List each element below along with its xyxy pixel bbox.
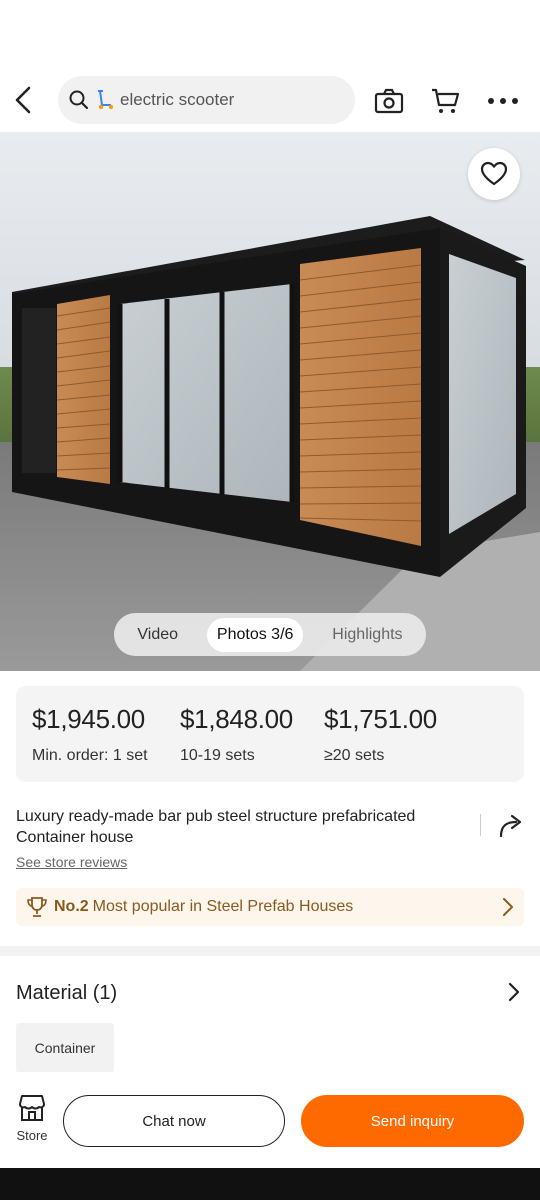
trophy-icon bbox=[27, 897, 47, 917]
tier-price: $1,945.00 bbox=[32, 704, 145, 734]
store-reviews-link[interactable]: See store reviews bbox=[16, 854, 127, 870]
favorite-button[interactable] bbox=[468, 148, 520, 200]
status-bar bbox=[0, 0, 540, 70]
heart-icon bbox=[480, 161, 508, 186]
search-icon bbox=[69, 90, 89, 110]
price-tier: $1,945.00 Min. order: 1 set bbox=[32, 704, 148, 765]
rank-text: Most popular in Steel Prefab Houses bbox=[92, 898, 354, 915]
share-button[interactable] bbox=[497, 812, 525, 840]
rank-number: No.2 bbox=[54, 898, 89, 915]
search-input[interactable]: electric scooter bbox=[58, 76, 355, 124]
tier-price: $1,751.00 bbox=[324, 704, 437, 734]
bottom-action-bar: Store Chat now Send inquiry bbox=[0, 1072, 540, 1168]
material-option[interactable]: Container bbox=[16, 1023, 114, 1073]
container-house-photo bbox=[0, 132, 540, 671]
chevron-right-icon bbox=[503, 898, 513, 916]
cart-icon bbox=[432, 88, 460, 113]
scooter-icon bbox=[98, 90, 114, 110]
store-label: Store bbox=[16, 1128, 48, 1143]
price-tiers: $1,945.00 Min. order: 1 set $1,848.00 10… bbox=[16, 686, 524, 782]
tier-price: $1,848.00 bbox=[180, 704, 293, 734]
store-button[interactable]: Store bbox=[10, 1094, 54, 1143]
cart-button[interactable] bbox=[428, 84, 462, 118]
tab-highlights[interactable]: Highlights bbox=[322, 618, 412, 652]
product-image[interactable]: Video Photos 3/6 Highlights bbox=[0, 132, 540, 671]
price-tier: $1,751.00 ≥20 sets bbox=[324, 704, 437, 765]
more-button[interactable] bbox=[486, 84, 520, 118]
tier-quantity: Min. order: 1 set bbox=[32, 747, 148, 764]
share-icon bbox=[499, 814, 522, 838]
more-icon bbox=[488, 98, 518, 104]
material-title[interactable]: Material (1) bbox=[16, 982, 117, 1005]
system-nav-bar bbox=[0, 1168, 540, 1200]
store-icon bbox=[19, 1095, 45, 1121]
tier-quantity: 10-19 sets bbox=[180, 747, 255, 764]
section-separator bbox=[0, 946, 540, 956]
divider bbox=[480, 814, 481, 836]
ranking-banner[interactable]: No.2 Most popular in Steel Prefab Houses bbox=[16, 888, 524, 926]
price-tier: $1,848.00 10-19 sets bbox=[180, 704, 293, 765]
top-bar: electric scooter bbox=[0, 70, 540, 132]
chat-now-button[interactable]: Chat now bbox=[63, 1095, 285, 1147]
camera-icon bbox=[374, 88, 404, 114]
tab-photos[interactable]: Photos 3/6 bbox=[206, 617, 304, 652]
camera-search-button[interactable] bbox=[372, 84, 406, 118]
tab-video[interactable]: Video bbox=[127, 618, 188, 652]
back-button[interactable] bbox=[10, 84, 40, 116]
material-expand-button[interactable] bbox=[508, 982, 520, 1007]
media-tabs: Video Photos 3/6 Highlights bbox=[114, 613, 426, 656]
search-query: electric scooter bbox=[120, 90, 235, 109]
send-inquiry-button[interactable]: Send inquiry bbox=[301, 1095, 524, 1147]
tier-quantity: ≥20 sets bbox=[324, 747, 385, 764]
product-title: Luxury ready-made bar pub steel structur… bbox=[16, 808, 416, 846]
back-arrow-icon bbox=[15, 86, 31, 114]
chevron-right-icon bbox=[508, 982, 520, 1002]
